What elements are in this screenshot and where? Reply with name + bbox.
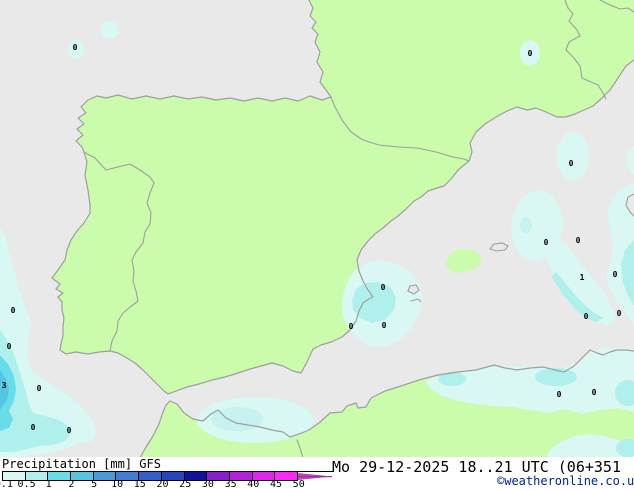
- legend-scale-value: 35: [225, 479, 237, 490]
- precip-value-marker: 0: [37, 384, 42, 393]
- weather-map-page: 00000300000000100000 Precipitation [mm] …: [0, 0, 634, 490]
- precip-value-marker: 0: [31, 423, 36, 432]
- precip-value-marker: 0: [584, 312, 589, 321]
- legend-scale-value: 5: [91, 479, 97, 490]
- precip-value-marker: 1: [580, 273, 585, 282]
- precip-value-marker: 0: [67, 426, 72, 435]
- precip-value-marker: 0: [381, 283, 386, 292]
- legend-scale-value: 30: [202, 479, 214, 490]
- precip-value-marker: 0: [382, 321, 387, 330]
- precip-value-marker: 0: [544, 238, 549, 247]
- legend-scale-value: 25: [179, 479, 191, 490]
- precip-value-marker: 0: [617, 309, 622, 318]
- legend-scale-value: 15: [134, 479, 146, 490]
- precip-value-marker: 0: [73, 43, 78, 52]
- precip-value-marker: 0: [7, 342, 12, 351]
- precip-value-marker: 0: [528, 49, 533, 58]
- legend-scale-value: 45: [270, 479, 282, 490]
- legend-scale-value: 2: [68, 479, 74, 490]
- legend-scale-value: 50: [293, 479, 305, 490]
- precip-value-marker: 0: [349, 322, 354, 331]
- precip-blob-nw1: [101, 21, 119, 39]
- precip-blob-gulf-of-lion: [557, 132, 589, 180]
- legend-title: Precipitation [mm] GFS: [2, 457, 161, 471]
- precip-value-marker: 3: [2, 381, 7, 390]
- precip-value-marker: 0: [557, 390, 562, 399]
- map-area: 0 0 0 0 0 3 0 0 0 0 0 0 0 0 1 0 0 0 0 0: [0, 0, 634, 458]
- legend-scale-value: 1: [46, 479, 52, 490]
- precip-value-marker: 0: [11, 306, 16, 315]
- copyright-text: ©weatheronline.co.uk: [497, 474, 634, 488]
- precip-value-marker: 0: [569, 159, 574, 168]
- precip-patch-med-blob-core: [520, 217, 532, 233]
- legend-scale-labels: 0.10.5125101520253035404550: [0, 479, 340, 490]
- precip-value-marker: 0: [592, 388, 597, 397]
- weather-map-svg: 0 0 0 0 0 3 0 0 0 0 0 0 0 0 1 0 0 0 0 0: [0, 0, 634, 458]
- bottom-bar: Precipitation [mm] GFS 0.10.512510152025…: [0, 457, 634, 490]
- legend-scale-value: 20: [156, 479, 168, 490]
- legend-scale-value: 10: [111, 479, 123, 490]
- precip-value-marker: 0: [613, 270, 618, 279]
- legend-scale-value: 40: [247, 479, 259, 490]
- legend-scale-value: 0.5: [18, 479, 36, 490]
- precip-value-marker: 0: [576, 236, 581, 245]
- legend-scale-value: 0.1: [0, 479, 13, 490]
